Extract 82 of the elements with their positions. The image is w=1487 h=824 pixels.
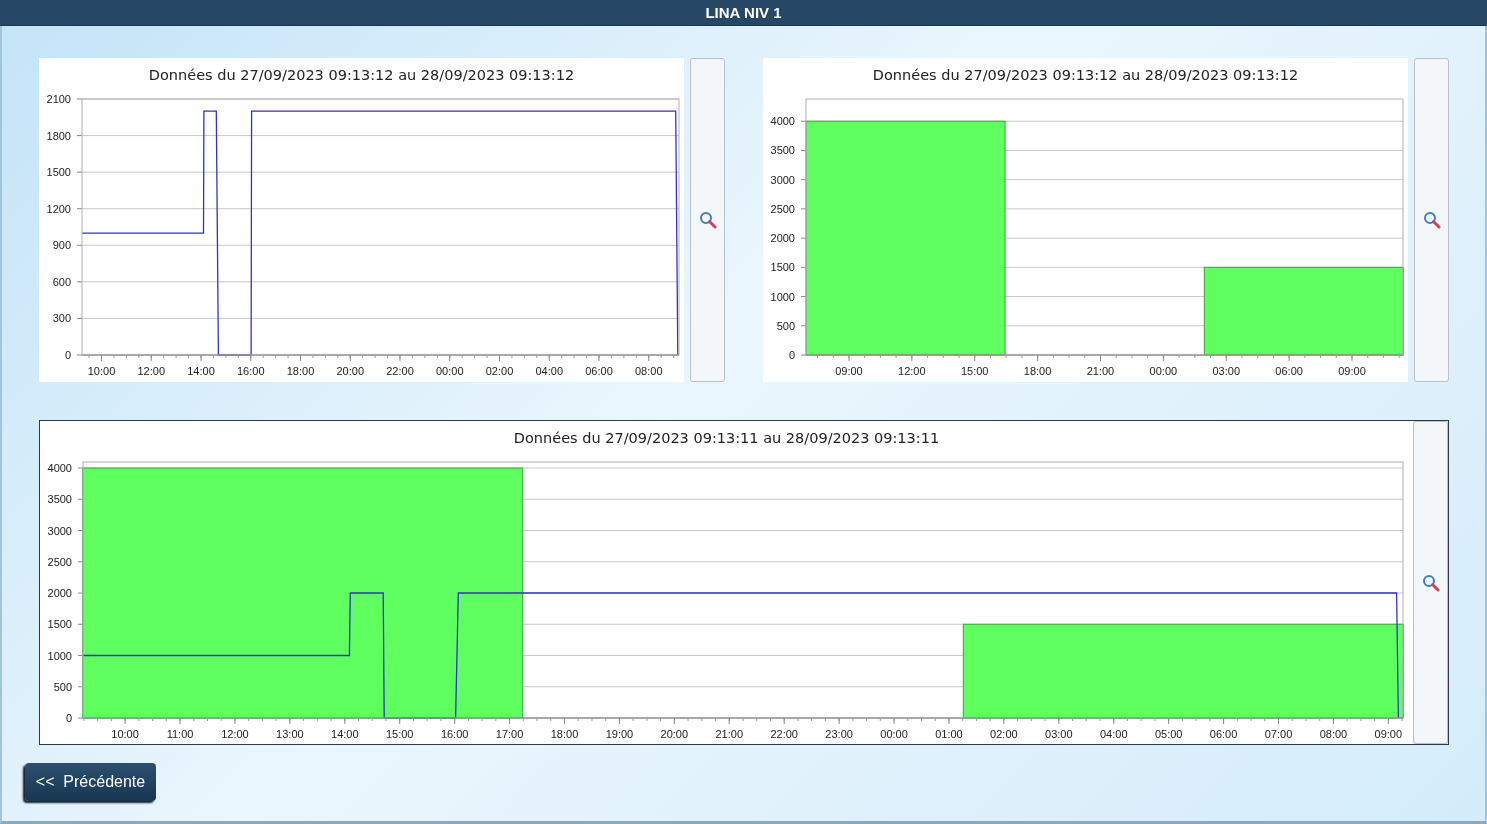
zoom-button[interactable] [1413, 421, 1448, 744]
x-tick-label: 05:00 [1154, 727, 1183, 740]
chart-title: Données du 27/09/2023 09:13:12 au 28/09/2023 09:13:12 [871, 65, 1300, 85]
y-tick-label: 500 [53, 680, 72, 693]
x-tick-label: 08:00 [1319, 727, 1348, 740]
x-tick-label: 03:00 [1212, 364, 1240, 377]
window-title: LINA NIV 1 [705, 4, 782, 21]
x-tick-label: 00:00 [880, 727, 908, 740]
x-tick-label: 06:00 [1275, 364, 1303, 377]
y-tick-label: 0 [65, 711, 72, 724]
x-tick-label: 03:00 [1045, 727, 1073, 740]
x-tick-label: 14:00 [187, 364, 215, 377]
y-tick-label: 2100 [46, 92, 71, 105]
x-tick-label: 09:00 [1338, 364, 1366, 377]
search-icon [1421, 573, 1440, 592]
x-tick-label: 20:00 [660, 727, 689, 740]
previous-button[interactable]: << Précédente [25, 763, 156, 801]
x-tick-label: 09:00 [835, 364, 863, 377]
x-tick-label: 10:00 [87, 364, 116, 377]
y-tick-label: 1200 [46, 202, 71, 215]
y-tick-label: 3000 [770, 173, 795, 186]
search-icon [1422, 211, 1441, 229]
x-tick-label: 15:00 [960, 364, 989, 377]
x-tick-label: 22:00 [770, 727, 798, 740]
x-tick-label: 04:00 [1099, 727, 1128, 740]
y-tick-label: 1500 [770, 261, 795, 274]
y-tick-label: 2000 [47, 586, 72, 599]
y-tick-label: 1000 [47, 649, 72, 662]
zoom-button[interactable] [690, 58, 725, 382]
y-tick-label: 3000 [47, 524, 72, 537]
x-tick-label: 14:00 [331, 727, 359, 740]
x-tick-label: 12:00 [898, 364, 926, 377]
x-tick-label: 00:00 [1149, 364, 1178, 377]
x-tick-label: 12:00 [137, 364, 165, 377]
x-tick-label: 07:00 [1264, 727, 1293, 740]
x-tick-label: 02:00 [990, 727, 1018, 740]
x-tick-label: 16:00 [236, 364, 265, 377]
chart-title: Données du 27/09/2023 09:13:11 au 28/09/2023 09:13:11 [512, 428, 941, 448]
x-tick-label: 21:00 [715, 727, 744, 740]
y-tick-label: 900 [52, 239, 71, 252]
chart-title: Données du 27/09/2023 09:13:12 au 28/09/2023 09:13:12 [147, 65, 576, 85]
search-icon [698, 211, 717, 229]
x-tick-label: 12:00 [221, 727, 249, 740]
y-tick-label: 2000 [770, 231, 795, 244]
y-tick-label: 3500 [770, 144, 795, 157]
x-tick-label: 19:00 [605, 727, 634, 740]
x-tick-label: 18:00 [1023, 364, 1052, 377]
x-tick-label: 16:00 [440, 727, 469, 740]
y-tick-label: 2500 [770, 202, 795, 215]
y-tick-label: 4000 [770, 115, 795, 127]
y-tick-label: 1500 [47, 617, 72, 630]
x-tick-label: 01:00 [935, 727, 963, 740]
x-tick-label: 08:00 [634, 364, 663, 377]
x-tick-label: 23:00 [825, 727, 853, 740]
x-tick-label: 20:00 [336, 364, 364, 377]
x-tick-label: 00:00 [435, 364, 464, 377]
x-tick-label: 06:00 [1209, 727, 1238, 740]
x-tick-label: 13:00 [276, 727, 304, 740]
zoom-button[interactable] [1414, 58, 1449, 382]
y-tick-label: 1000 [770, 290, 795, 303]
x-tick-label: 04:00 [535, 364, 563, 377]
y-tick-label: 1800 [46, 129, 71, 142]
x-tick-label: 15:00 [385, 727, 414, 740]
x-tick-label: 22:00 [386, 364, 414, 377]
y-tick-label: 0 [64, 348, 71, 361]
y-tick-label: 3500 [47, 492, 72, 505]
y-tick-label: 0 [788, 348, 795, 361]
x-tick-label: 11:00 [166, 727, 194, 740]
y-tick-label: 300 [52, 312, 71, 325]
x-tick-label: 09:00 [1374, 727, 1403, 740]
x-tick-label: 02:00 [485, 364, 514, 377]
y-tick-label: 500 [776, 319, 795, 332]
x-tick-label: 18:00 [286, 364, 315, 377]
y-tick-label: 4000 [47, 461, 72, 474]
y-tick-label: 1500 [46, 165, 71, 178]
y-tick-label: 2500 [47, 555, 72, 568]
x-tick-label: 21:00 [1086, 364, 1115, 377]
x-tick-label: 06:00 [585, 364, 613, 377]
y-tick-label: 600 [52, 275, 71, 288]
x-tick-label: 18:00 [550, 727, 579, 740]
x-tick-label: 10:00 [111, 727, 139, 740]
x-tick-label: 17:00 [495, 727, 524, 740]
